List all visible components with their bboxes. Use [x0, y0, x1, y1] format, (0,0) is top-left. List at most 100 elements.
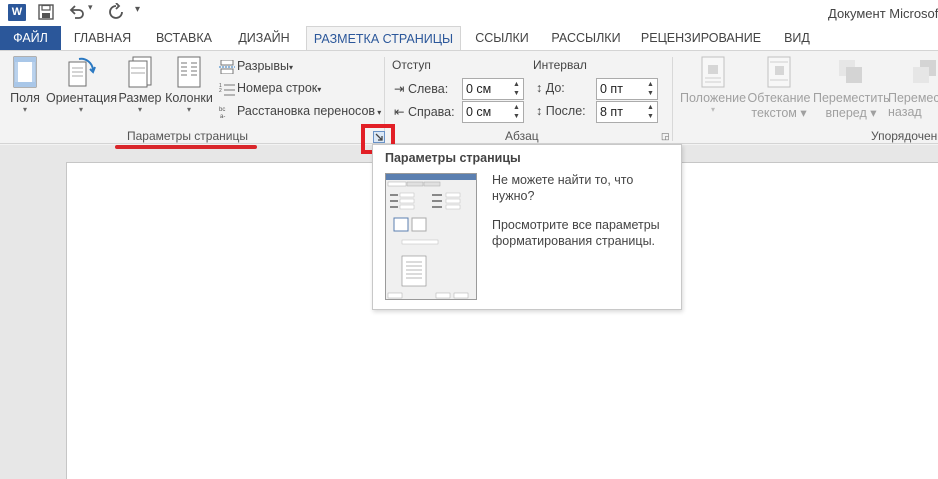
paragraph-dialog-launcher-icon[interactable]: ◲ — [661, 131, 670, 142]
tab-review[interactable]: РЕЦЕНЗИРОВАНИЕ — [640, 26, 762, 50]
spinner-arrows-icon[interactable]: ▲ ▼ — [512, 103, 521, 121]
indent-left-icon: ⇥ — [394, 82, 405, 96]
chevron-down-icon: ▾ — [137, 105, 142, 114]
indent-right-icon: ⇤ — [394, 105, 405, 119]
tab-page-layout[interactable]: РАЗМЕТКА СТРАНИЦЫ — [306, 26, 461, 51]
spinner-arrows-icon[interactable]: ▲ ▼ — [646, 80, 655, 98]
send-backward-label-2: назад — [888, 105, 922, 119]
spacing-after-row: ↕ После: 8 пт ▲ ▼ — [536, 101, 666, 123]
columns-button[interactable]: Колонки ▾ — [163, 56, 215, 115]
tab-mailings[interactable]: РАССЫЛКИ — [546, 26, 626, 50]
wrap-text-icon — [767, 56, 791, 88]
line-numbers-button[interactable]: 1 2 Номера строк▾ — [219, 78, 321, 98]
spinner-arrows-icon[interactable]: ▲ ▼ — [512, 80, 521, 98]
chevron-down-icon: ▾ — [186, 105, 191, 114]
spacing-after-label: ↕ После: — [536, 104, 586, 118]
ribbon: Поля ▾ Ориентация ▾ Размер ▾ Колонки ▾ Р… — [0, 50, 938, 144]
spacing-before-label: ↕ До: — [536, 81, 565, 95]
tab-references[interactable]: ССЫЛКИ — [470, 26, 534, 50]
paragraph-group-label: Абзац — [505, 129, 539, 143]
margins-label: Поля — [10, 91, 40, 105]
word-app-icon: W — [8, 4, 26, 21]
group-separator — [672, 57, 673, 141]
columns-label: Колонки — [165, 91, 213, 105]
chevron-down-icon: ▾ — [289, 63, 294, 72]
tab-file[interactable]: ФАЙЛ — [0, 26, 61, 50]
ribbon-tabs: ФАЙЛ ГЛАВНАЯ ВСТАВКА ДИЗАЙН РАЗМЕТКА СТР… — [0, 26, 938, 51]
bring-forward-icon — [839, 60, 862, 83]
tab-home[interactable]: ГЛАВНАЯ — [66, 26, 139, 50]
line-numbers-icon: 1 2 — [219, 83, 235, 96]
svg-text:a-: a- — [220, 114, 225, 119]
redo-icon[interactable] — [107, 3, 125, 21]
bring-forward-button[interactable]: Переместить вперед ▾ — [813, 56, 890, 120]
breaks-label: Разрывы — [237, 59, 290, 73]
margins-button[interactable]: Поля ▾ — [6, 56, 44, 115]
bring-forward-label: Переместить — [813, 91, 890, 105]
indent-left-input[interactable]: 0 см ▲ ▼ — [462, 78, 524, 100]
orientation-icon — [68, 57, 96, 87]
tooltip-text-hint: Не можете найти то, что нужно? — [492, 173, 634, 203]
orientation-label: Ориентация — [46, 91, 117, 105]
hyphenation-icon: bc a- — [219, 107, 225, 119]
tab-view[interactable]: ВИД — [776, 26, 818, 50]
page-setup-dialog-launcher-icon[interactable] — [373, 131, 385, 143]
position-icon — [701, 56, 725, 88]
page-setup-group-label: Параметры страницы — [127, 129, 248, 143]
indent-left-label: ⇥ Слева: — [394, 82, 449, 96]
hyphenation-label: Расстановка переносов — [237, 104, 376, 118]
indent-left-row: ⇥ Слева: 0 см ▲ ▼ — [394, 78, 534, 100]
page-size-icon — [128, 56, 152, 88]
spacing-after-icon: ↕ — [536, 104, 543, 118]
dialog-preview-image — [385, 173, 477, 300]
svg-text:2: 2 — [219, 88, 222, 94]
arrange-group-label: Упорядочен — [871, 129, 938, 143]
chevron-down-icon: ▾ — [375, 108, 382, 117]
bring-forward-label-2: вперед ▾ — [825, 106, 877, 120]
line-numbers-label: Номера строк — [237, 81, 318, 95]
size-label: Размер — [118, 91, 162, 105]
chevron-down-icon: ▾ — [22, 105, 27, 114]
position-label: Положение — [679, 91, 747, 105]
chevron-down-icon: ▾ — [78, 105, 83, 114]
indent-right-label: ⇤ Справа: — [394, 105, 455, 119]
document-title: Документ Microsoft — [828, 6, 938, 21]
svg-text:bc: bc — [219, 107, 225, 113]
tooltip: Параметры страницы Не можете найти то, ч… — [372, 144, 682, 310]
tab-design[interactable]: ДИЗАЙН — [231, 26, 297, 50]
columns-icon — [177, 56, 201, 88]
indent-header: Отступ — [392, 58, 431, 72]
send-backward-icon — [913, 60, 936, 83]
save-icon[interactable] — [38, 4, 54, 20]
size-button[interactable]: Размер ▾ — [118, 56, 162, 115]
undo-icon[interactable] — [68, 3, 86, 21]
wrap-text-label-2: текстом ▾ — [751, 106, 807, 120]
indent-right-row: ⇤ Справа: 0 см ▲ ▼ — [394, 101, 534, 123]
tooltip-title: Параметры страницы — [385, 151, 521, 165]
spinner-arrows-icon[interactable]: ▲ ▼ — [646, 103, 655, 121]
spacing-before-icon: ↕ — [536, 81, 543, 95]
chevron-down-icon: ▾ — [710, 105, 715, 114]
indent-right-input[interactable]: 0 см ▲ ▼ — [462, 101, 524, 123]
spacing-after-input[interactable]: 8 пт ▲ ▼ — [596, 101, 658, 123]
wrap-text-label: Обтекание — [747, 91, 811, 105]
send-backward-button[interactable]: Перемест назад — [888, 56, 938, 119]
title-bar: W ▾ ▾ Документ Microsoft — [0, 0, 938, 26]
undo-dropdown-icon[interactable]: ▾ — [88, 2, 93, 13]
highlight-underline — [115, 145, 257, 149]
margins-icon — [13, 56, 37, 88]
tab-insert[interactable]: ВСТАВКА — [147, 26, 221, 50]
breaks-icon — [219, 59, 235, 74]
spacing-before-row: ↕ До: 0 пт ▲ ▼ — [536, 78, 666, 100]
chevron-down-icon: ▾ — [317, 85, 322, 94]
customize-qat-icon[interactable]: ▾ — [135, 4, 140, 15]
tooltip-text-description: Просмотрите все параметры форматирования… — [492, 218, 660, 248]
wrap-text-button[interactable]: Обтекание текстом ▾ — [746, 56, 812, 120]
breaks-button[interactable]: Разрывы▾ — [219, 56, 293, 76]
page-setup-dialog-thumbnail-icon — [386, 174, 476, 299]
spacing-before-input[interactable]: 0 пт ▲ ▼ — [596, 78, 658, 100]
hyphenation-button[interactable]: bc a- Расстановка переносов ▾ — [219, 101, 381, 121]
position-button[interactable]: Положение ▾ — [679, 56, 747, 115]
spacing-header: Интервал — [533, 58, 587, 72]
orientation-button[interactable]: Ориентация ▾ — [46, 56, 117, 115]
